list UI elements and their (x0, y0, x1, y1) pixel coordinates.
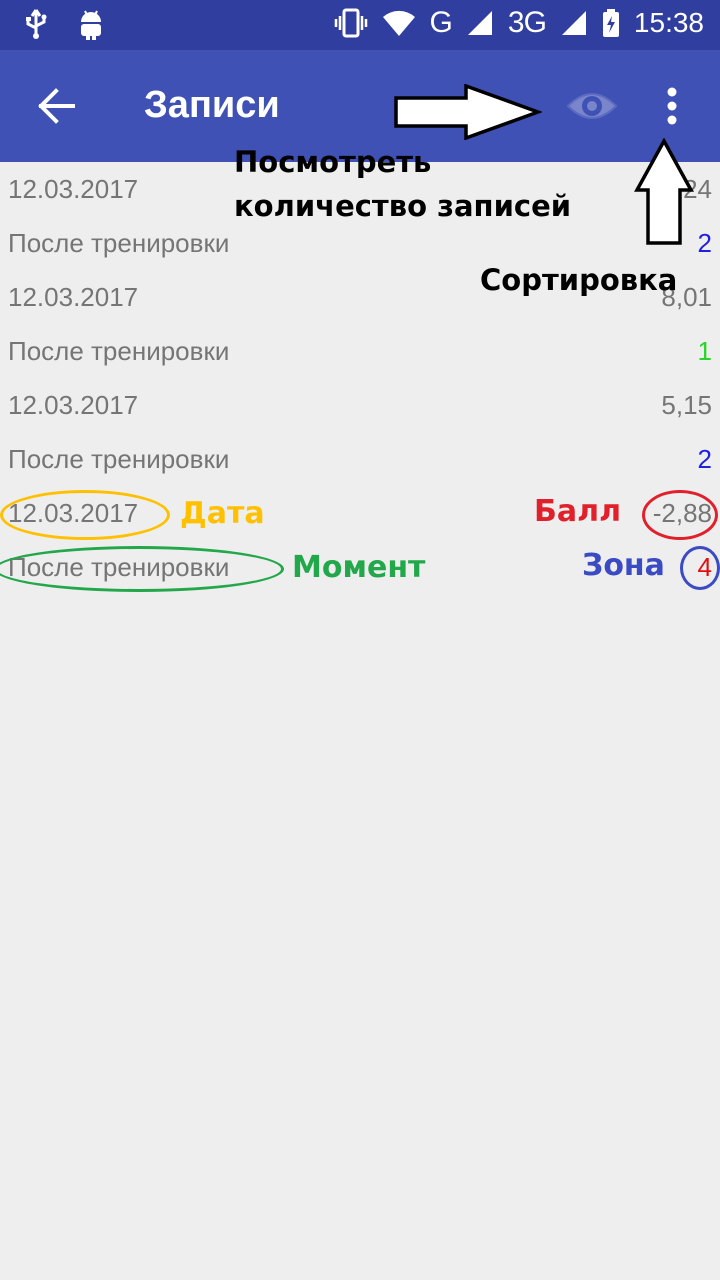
arrow-back-icon (36, 88, 76, 124)
vibrate-icon (334, 8, 368, 38)
annotation-score-ellipse (642, 490, 718, 540)
more-vert-icon (666, 86, 678, 126)
overflow-menu-button[interactable] (650, 80, 694, 132)
record-date: 12.03.2017 (8, 282, 139, 312)
record-zone: 1 (697, 336, 712, 366)
annotation-view-count: Посмотреть количество записей (234, 140, 571, 228)
annotation-zone: Зона (582, 548, 665, 583)
annotation-moment: Момент (292, 550, 426, 585)
signal-icon-2 (560, 9, 588, 37)
annotation-view-count-line2: количество записей (234, 189, 572, 223)
wifi-icon (382, 9, 416, 37)
annotation-score: Балл (534, 494, 622, 529)
android-icon (78, 8, 104, 40)
record-moment-row[interactable]: После тренировки 1 (0, 324, 720, 378)
page-title: Записи (144, 84, 280, 126)
record-moment: После тренировки (8, 336, 230, 366)
annotation-moment-ellipse (0, 546, 284, 592)
view-count-button[interactable] (562, 80, 622, 132)
network-type-g: G (429, 6, 453, 39)
annotation-arrow-up (634, 138, 694, 246)
record-moment: После тренировки (8, 228, 230, 258)
record-moment-row[interactable]: После тренировки 2 (0, 432, 720, 486)
signal-icon (466, 9, 494, 37)
record-score: 5,15 (661, 390, 712, 420)
record-zone: 2 (697, 444, 712, 474)
back-button[interactable] (30, 80, 82, 132)
eye-icon (565, 88, 619, 124)
annotation-zone-ellipse (680, 546, 720, 590)
record-zone: 2 (697, 228, 712, 258)
annotation-view-count-line1: Посмотреть (234, 145, 432, 179)
record-date: 12.03.2017 (8, 174, 139, 204)
annotation-date-ellipse (0, 490, 170, 540)
usb-icon (22, 8, 50, 40)
record-date: 12.03.2017 (8, 390, 139, 420)
battery-charging-icon (602, 8, 620, 38)
annotation-date: Дата (180, 496, 265, 531)
record-moment: После тренировки (8, 444, 230, 474)
record-date-row[interactable]: 12.03.2017 5,15 (0, 378, 720, 432)
clock: 15:38 (633, 7, 704, 38)
annotation-sorting: Сортировка (480, 263, 678, 297)
annotation-arrow-right (394, 84, 542, 140)
status-bar: G 3G 15:38 (0, 0, 720, 50)
network-type-3g: 3G (507, 6, 547, 39)
